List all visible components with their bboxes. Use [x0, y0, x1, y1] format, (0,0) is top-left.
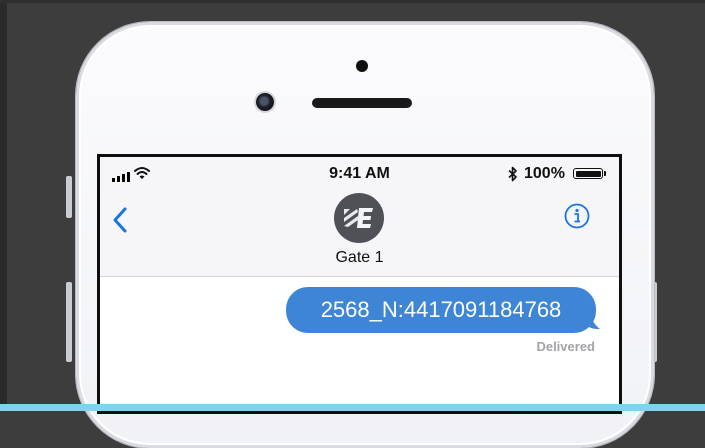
message-bubble-outgoing[interactable]: 2568_N:4417091184768	[286, 287, 596, 333]
conversation-header: 9:41 AM 100% Gate 1	[100, 157, 619, 277]
delivery-status: Delivered	[536, 339, 595, 354]
battery-level-fill	[575, 170, 601, 177]
chevron-left-icon[interactable]	[112, 207, 128, 233]
battery-icon	[573, 168, 603, 179]
bluetooth-icon	[508, 166, 517, 182]
contact-name[interactable]: Gate 1	[100, 249, 619, 267]
phone-screen: 9:41 AM 100% Gate 1 2568_N:4417091184768…	[97, 154, 622, 414]
background-strip-left	[0, 0, 7, 411]
battery-percent: 100%	[524, 165, 565, 182]
contact-logo-icon	[344, 208, 373, 228]
earpiece-speaker	[312, 98, 412, 108]
status-bar: 9:41 AM 100%	[100, 157, 619, 187]
battery-tip	[604, 171, 606, 176]
info-icon[interactable]	[564, 203, 590, 229]
background-strip-top	[0, 0, 705, 3]
volume-button	[66, 282, 72, 362]
contact-avatar[interactable]	[334, 193, 384, 243]
message-bubble-tail	[584, 313, 600, 330]
bottom-accent-band	[0, 404, 705, 411]
mute-switch	[66, 176, 72, 218]
front-camera-icon	[256, 93, 274, 111]
proximity-sensor	[356, 60, 368, 72]
